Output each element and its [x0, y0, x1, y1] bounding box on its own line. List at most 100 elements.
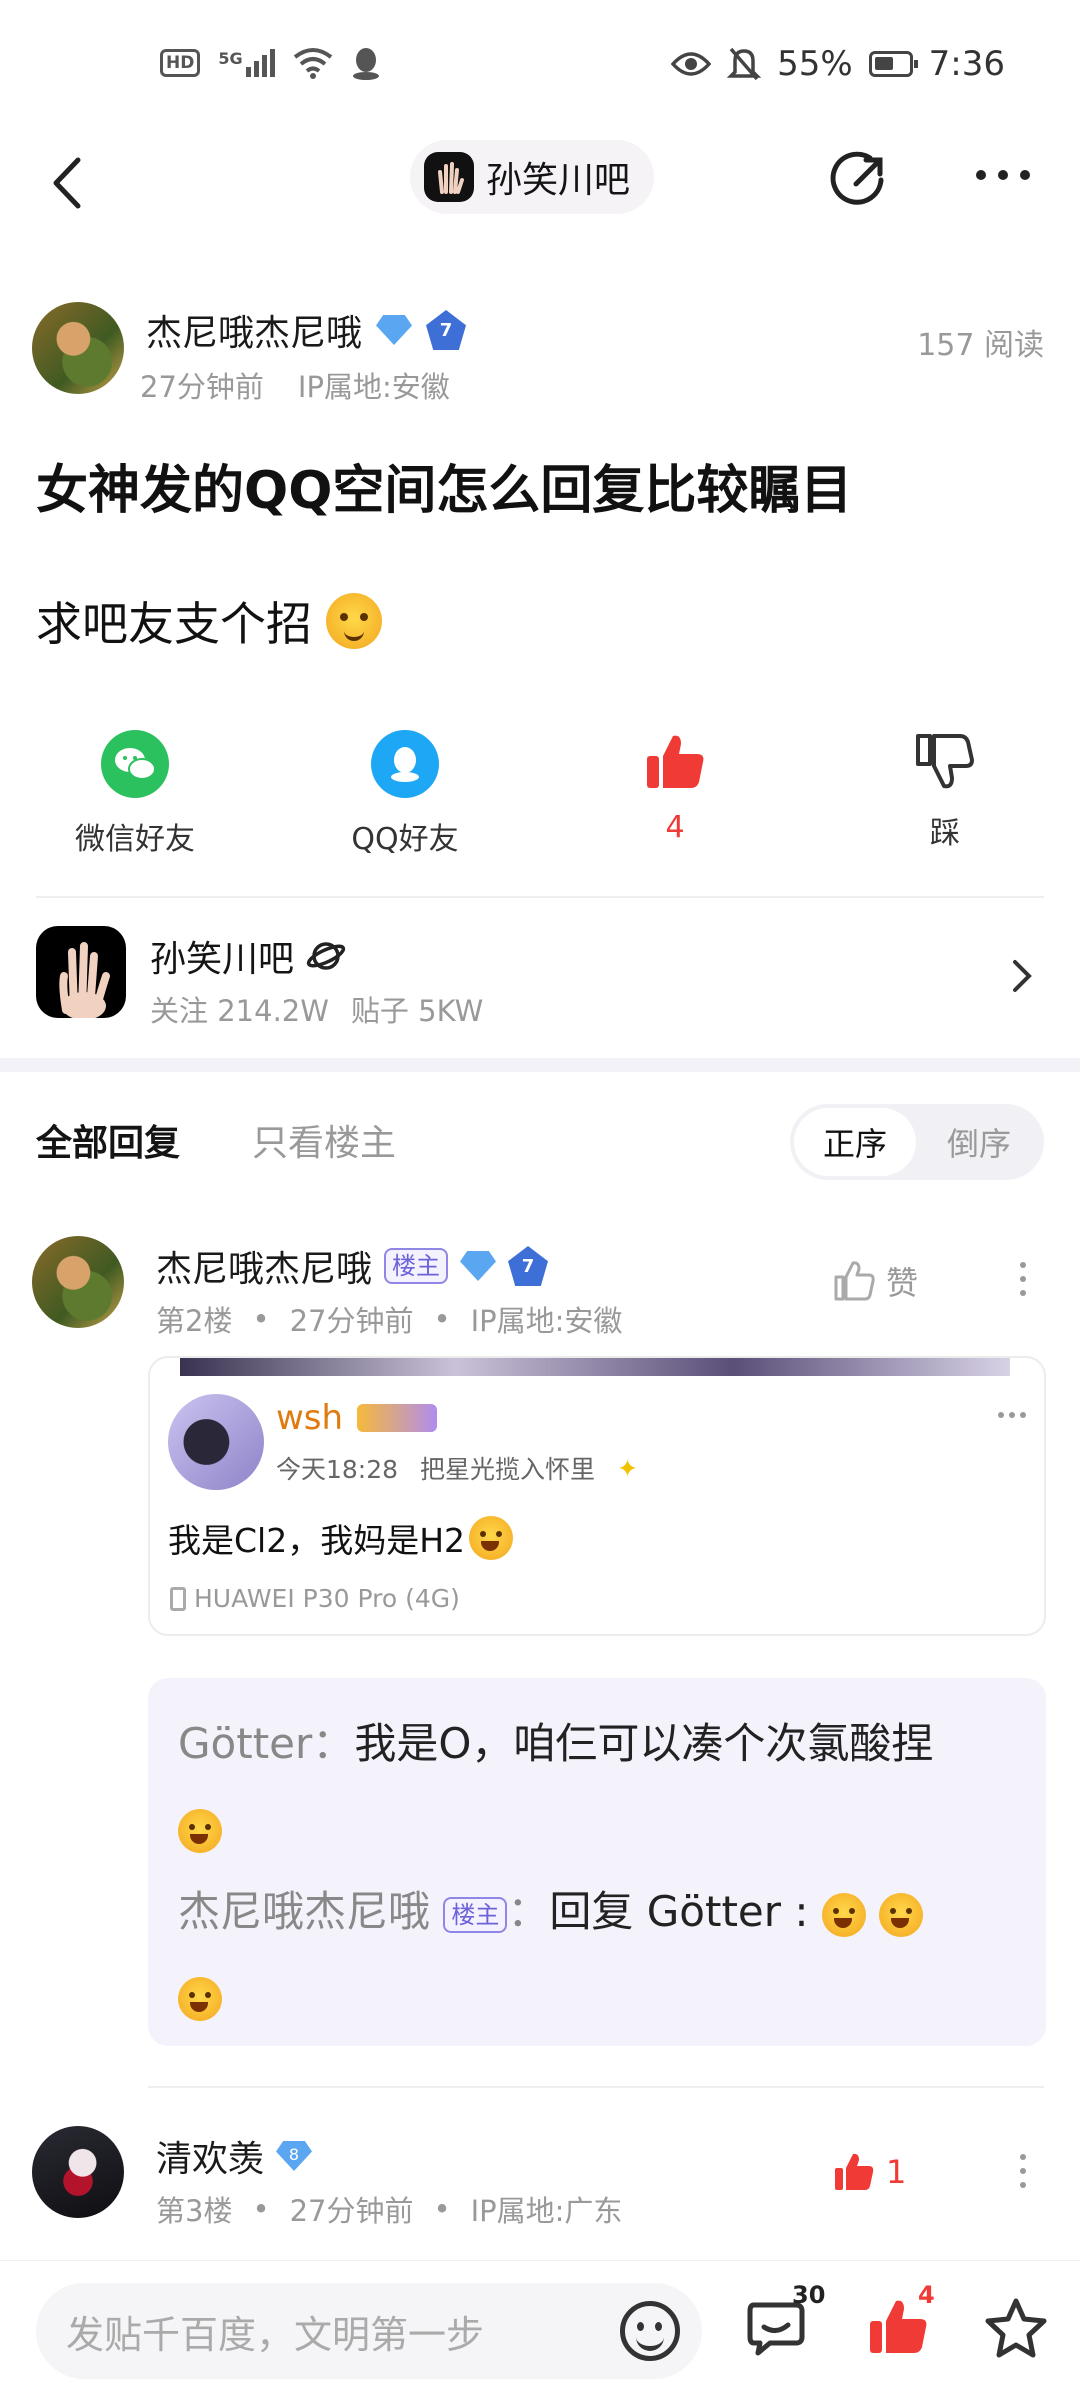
divider: [36, 896, 1044, 898]
reply-tabs: 全部回复 只看楼主 正序 倒序: [0, 1100, 1080, 1180]
forum-follow-count: 关注 214.2W: [150, 994, 329, 1028]
forum-entry[interactable]: 孙笑川吧 关注 214.2W 贴子 5KW: [36, 926, 1044, 1028]
planet-icon: [306, 942, 346, 970]
share-wechat-button[interactable]: 微信好友: [35, 730, 235, 858]
thumbs-down-icon: [916, 734, 974, 789]
emoji-picker-icon[interactable]: [620, 2301, 680, 2361]
sort-asc-button[interactable]: 正序: [794, 1108, 916, 1176]
top-nav: 孙笑川吧: [0, 130, 1080, 240]
mute-bell-icon: [727, 47, 762, 81]
heart-eyes-emoji-icon: [178, 1808, 222, 1853]
forum-name: 孙笑川吧: [150, 939, 295, 980]
post-title: 女神发的QQ空间怎么回复比较瞩目: [36, 461, 853, 521]
forum-logo: [36, 926, 126, 1018]
gem-badge-icon: [460, 1251, 497, 1281]
bottom-like-button[interactable]: 4: [866, 2281, 935, 2363]
post-time: 27分钟前: [140, 370, 264, 404]
thumbs-up-icon: [835, 2153, 874, 2190]
reply-author-name[interactable]: 杰尼哦杰尼哦: [156, 1240, 372, 1292]
reply-more-icon[interactable]: [1020, 2154, 1026, 2188]
card-device: HUAWEI P30 Pro (4G): [170, 1584, 460, 1613]
tab-all-replies[interactable]: 全部回复: [36, 1114, 180, 1166]
reply-floor: 第3楼: [156, 2194, 233, 2228]
reply-time: 27分钟前: [289, 1304, 414, 1338]
post-body: 求吧友支个招: [36, 588, 382, 654]
wechat-icon: [101, 730, 169, 798]
section-separator: [0, 1058, 1080, 1072]
unamused-emoji-icon: [469, 1516, 514, 1560]
forum-stats: 关注 214.2W 贴子 5KW: [150, 988, 483, 1030]
dislike-button[interactable]: 踩: [845, 730, 1045, 852]
comment-count: 30: [792, 2281, 826, 2309]
grin-emoji-icon: [821, 1892, 866, 1937]
tab-owner-only[interactable]: 只看楼主: [252, 1114, 396, 1166]
chevron-right-icon: [1013, 960, 1032, 992]
status-bar: HD 5G 55% 7:36: [0, 0, 1080, 130]
card-user-line: wsh: [276, 1398, 438, 1438]
action-row: 微信好友 QQ好友 4 踩: [0, 730, 1080, 870]
gem-badge-icon: 8: [276, 2141, 313, 2171]
gem-badge-icon: [376, 315, 413, 345]
reply-image[interactable]: wsh 今天18:28 把星光揽入怀里 ✦ 我是Cl2，我妈是H2 HUAWEI…: [148, 1356, 1046, 1636]
reply-avatar[interactable]: [32, 2126, 124, 2218]
more-options-icon[interactable]: [976, 170, 1030, 180]
reply-more-icon[interactable]: [1020, 1262, 1026, 1296]
post-meta: 27分钟前 IP属地:安徽: [140, 364, 450, 406]
reply-avatar[interactable]: [32, 1236, 124, 1328]
sub-reply-box[interactable]: Götter：我是O，咱仨可以凑个次氯酸捏 杰尼哦杰尼哦 楼主 ：回复 Götte…: [148, 1678, 1046, 2046]
sparkle-icon: ✦: [617, 1453, 639, 1483]
card-more-icon: [998, 1412, 1026, 1418]
card-banner: [180, 1358, 1010, 1376]
reply-ip: IP属地:安徽: [470, 1304, 623, 1338]
clock: 7:36: [928, 44, 1005, 84]
level-badge-icon: 7: [426, 310, 467, 350]
qq-status-icon: [352, 48, 379, 80]
author-avatar[interactable]: [32, 302, 124, 394]
phone-icon: [170, 1586, 186, 1611]
reply-ip: IP属地:广东: [470, 2194, 623, 2228]
card-user-name: wsh: [276, 1398, 344, 1438]
comments-button[interactable]: 30: [746, 2281, 825, 2363]
reply-like-button[interactable]: 赞: [832, 1258, 918, 1304]
forum-chip[interactable]: 孙笑川吧: [410, 140, 655, 214]
bottom-like-count: 4: [918, 2281, 935, 2309]
wifi-icon: [293, 48, 332, 79]
reply-author-line: 清欢羡 8: [156, 2130, 313, 2182]
reply-input[interactable]: 发贴千百度，文明第一步: [36, 2283, 702, 2379]
divider: [148, 2086, 1044, 2088]
read-count: 157 阅读: [917, 328, 1044, 363]
grin-emoji-icon: [178, 1976, 222, 2021]
yummy-emoji-icon: [326, 593, 382, 649]
level-badge-icon: 7: [508, 1246, 549, 1286]
reply-meta: 第2楼 • 27分钟前 • IP属地:安徽: [156, 1298, 622, 1340]
card-avatar: [168, 1394, 264, 1490]
reply-floor: 第2楼: [156, 1304, 233, 1338]
author-name[interactable]: 杰尼哦杰尼哦: [146, 304, 362, 356]
grin-emoji-icon: [879, 1892, 924, 1937]
sub-reply: 杰尼哦杰尼哦 楼主 ：回复 Götter :: [178, 1870, 1016, 2038]
forum-logo-icon: [424, 152, 474, 202]
signal-icon: 5G: [218, 49, 275, 77]
battery-percent: 55%: [777, 44, 853, 84]
sort-desc-button[interactable]: 倒序: [918, 1108, 1040, 1176]
reply-like-button[interactable]: 1: [832, 2150, 906, 2194]
share-qq-button[interactable]: QQ好友: [305, 730, 505, 858]
reply-meta: 第3楼 • 27分钟前 • IP属地:广东: [156, 2188, 622, 2230]
star-icon[interactable]: [984, 2297, 1048, 2359]
bottom-bar: 发贴千百度，文明第一步 30 4: [0, 2260, 1080, 2400]
eye-icon: [671, 52, 712, 76]
back-arrow-icon[interactable]: [40, 148, 100, 218]
card-meta: 今天18:28 把星光揽入怀里 ✦: [276, 1453, 639, 1485]
post-ip: IP属地:安徽: [297, 370, 450, 404]
qq-icon: [371, 730, 439, 798]
share-icon[interactable]: [826, 148, 890, 212]
card-text: 我是Cl2，我妈是H2: [168, 1514, 514, 1562]
reply-author-line: 杰尼哦杰尼哦 楼主 7: [156, 1240, 549, 1292]
reply-author-name[interactable]: 清欢羡: [156, 2130, 264, 2182]
forum-title-line: 孙笑川吧: [150, 930, 346, 982]
like-button[interactable]: 4: [575, 730, 775, 845]
owner-tag: 楼主: [384, 1248, 449, 1284]
vip-badge-icon: [357, 1404, 438, 1432]
battery-icon: [868, 51, 918, 77]
hd-indicator: HD: [160, 49, 201, 77]
